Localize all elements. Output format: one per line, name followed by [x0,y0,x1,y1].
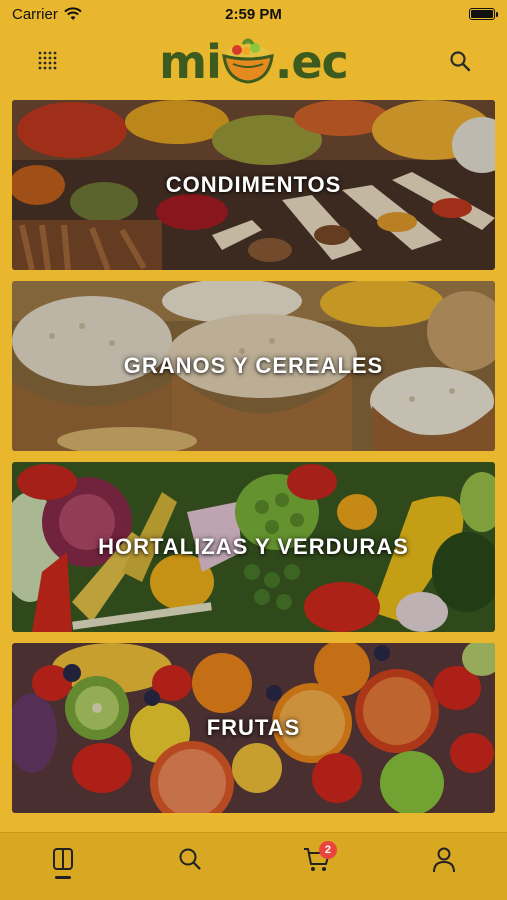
category-list: CONDIMENTOS GRANOS Y CEREALES HORTALIZAS… [12,100,495,824]
status-left: Carrier [12,6,82,23]
tab-bar: 2 [0,832,507,900]
category-label: HORTALIZAS Y VERDURAS [98,534,409,559]
cart-badge: 2 [318,841,337,859]
tab-catalog[interactable] [33,847,93,887]
category-label: CONDIMENTOS [165,172,342,197]
search-icon [179,848,201,870]
category-label: GRANOS Y CEREALES [123,353,384,378]
active-tab-indicator [55,876,72,879]
category-card-granos-y-cereales[interactable]: GRANOS Y CEREALES [12,281,495,451]
bowl-logo-icon [222,38,274,84]
battery-icon [469,8,498,20]
menu-button[interactable] [34,47,62,75]
logo-text-left: mi [159,35,222,89]
category-card-frutas[interactable]: FRUTAS [12,643,495,813]
carrier-label: Carrier [12,5,58,23]
category-card-hortalizas-y-verduras[interactable]: HORTALIZAS Y VERDURAS [12,462,495,632]
logo-text-right: .ec [274,35,349,89]
wifi-icon [64,7,82,20]
tab-cart[interactable]: 2 [287,841,347,887]
user-icon [432,847,455,873]
grid-dots-icon [38,51,57,70]
category-card-condimentos[interactable]: CONDIMENTOS [12,100,495,270]
app-logo: mi .ec [159,32,349,92]
book-icon [53,848,74,870]
status-bar: Carrier 2:59 PM [0,0,507,28]
tab-search[interactable] [160,847,220,887]
app-header: mi .ec [0,28,507,96]
category-label: FRUTAS [206,715,301,740]
search-icon [450,51,471,72]
tab-profile[interactable] [414,847,474,887]
header-search-button[interactable] [445,46,475,76]
